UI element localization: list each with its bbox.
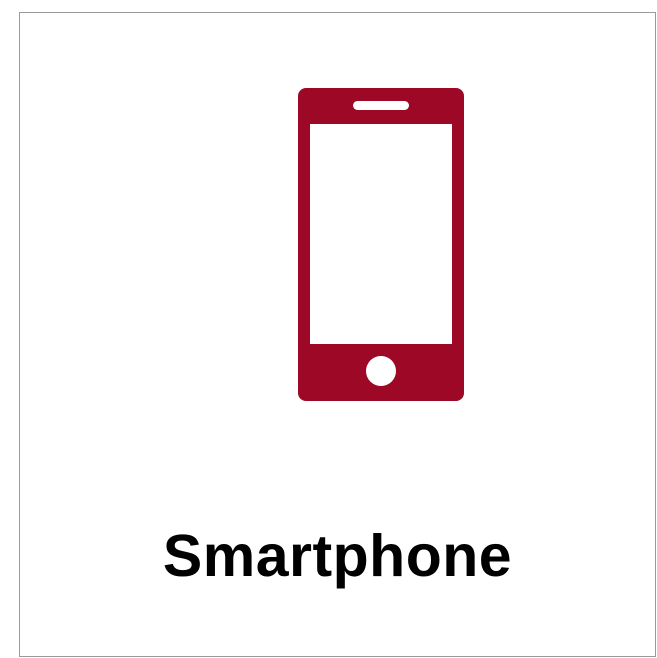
smartphone-icon (298, 88, 464, 401)
phone-home-button (366, 356, 396, 386)
phone-speaker (353, 101, 409, 110)
phone-screen (310, 124, 452, 344)
card-label: Smartphone (162, 523, 513, 589)
smartphone-card[interactable]: Smartphone (19, 12, 656, 657)
